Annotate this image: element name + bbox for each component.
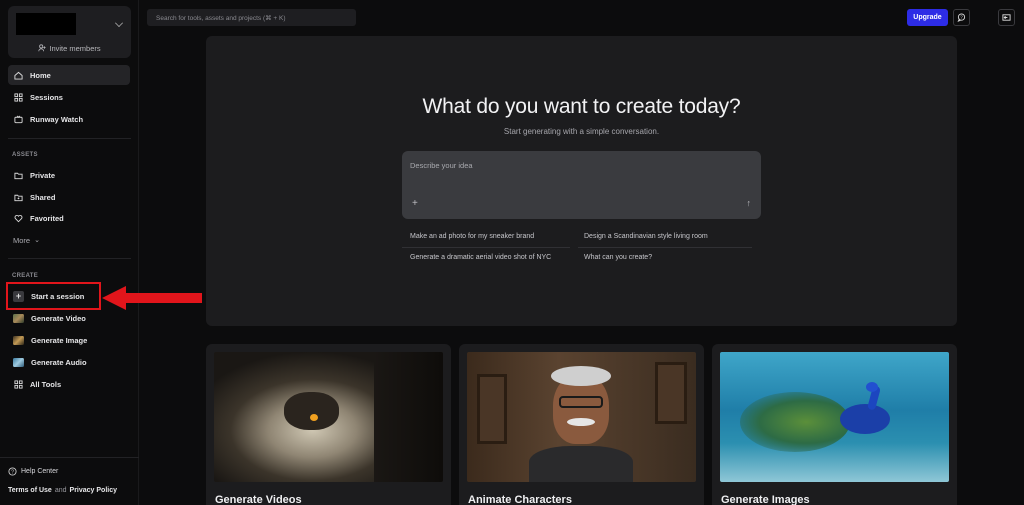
help-center-label: Help Center xyxy=(21,468,59,475)
sidebar: Invite members Home Sessions Runway Watc… xyxy=(0,0,139,505)
workspace-switcher[interactable]: Invite members xyxy=(8,6,131,58)
chat-button[interactable]: ? xyxy=(953,9,970,26)
sidebar-item-all-tools[interactable]: All Tools xyxy=(8,374,130,394)
sidebar-item-label: Sessions xyxy=(30,92,63,102)
divider xyxy=(8,138,131,139)
suggestion-chip[interactable]: Design a Scandinavian style living room xyxy=(584,227,708,245)
feature-card-videos[interactable]: Generate Videos xyxy=(206,344,451,505)
sidebar-item-generate-image[interactable]: Generate Image xyxy=(8,330,130,350)
divider xyxy=(8,258,131,259)
add-attachment-icon[interactable]: + xyxy=(412,198,418,209)
tv-icon xyxy=(13,114,23,124)
card-title: Animate Characters xyxy=(468,494,572,505)
sidebar-item-label: Shared xyxy=(30,192,56,202)
invite-members-button[interactable]: Invite members xyxy=(8,44,131,53)
card-title: Generate Videos xyxy=(215,494,302,505)
monkey-face xyxy=(284,392,339,430)
peacock-image xyxy=(720,352,949,482)
panel-toggle-button[interactable] xyxy=(998,9,1015,26)
image-thumb-icon xyxy=(13,335,24,345)
suggestion-chip[interactable]: What can you create? xyxy=(584,248,652,266)
workspace-avatar xyxy=(16,13,76,35)
sidebar-item-label: Home xyxy=(30,70,51,80)
sidebar-item-shared[interactable]: Shared xyxy=(8,187,130,207)
sessions-icon xyxy=(13,92,23,102)
divider xyxy=(0,457,139,458)
dark-background xyxy=(374,352,443,482)
suggestion-chip[interactable]: Make an ad photo for my sneaker brand xyxy=(410,227,534,245)
feature-card-characters[interactable]: Animate Characters xyxy=(459,344,704,505)
peacock-head xyxy=(866,382,878,392)
sidebar-item-home[interactable]: Home xyxy=(8,65,130,85)
sidebar-item-label: Runway Watch xyxy=(30,114,84,124)
hero-panel: What do you want to create today? Start … xyxy=(206,36,957,326)
video-thumb-icon xyxy=(13,313,24,323)
privacy-link[interactable]: Privacy Policy xyxy=(70,487,117,494)
sidebar-item-label: Private xyxy=(30,170,56,180)
sidebar-item-runway-watch[interactable]: Runway Watch xyxy=(8,109,130,129)
peacock-body xyxy=(840,404,890,434)
legal-links: Terms of Use and Privacy Policy xyxy=(8,487,117,494)
home-icon xyxy=(13,70,23,80)
prompt-placeholder: Describe your idea xyxy=(410,161,473,170)
character-body xyxy=(529,446,633,482)
mustache xyxy=(567,418,595,426)
wall-frame xyxy=(655,362,687,424)
more-label: More xyxy=(13,235,31,245)
invite-members-label: Invite members xyxy=(49,44,101,53)
sidebar-item-label: Generate Video xyxy=(31,313,86,323)
character-hair xyxy=(551,366,611,386)
old-man-image xyxy=(467,352,696,482)
hero-title: What do you want to create today? xyxy=(422,95,741,118)
upgrade-label: Upgrade xyxy=(913,14,942,21)
sidebar-item-private[interactable]: Private xyxy=(8,165,130,185)
help-icon: ? xyxy=(8,467,17,476)
folder-icon xyxy=(13,170,23,180)
grid-icon xyxy=(13,379,23,389)
prompt-input[interactable]: Describe your idea + ↑ xyxy=(402,151,761,219)
sidebar-item-label: Generate Audio xyxy=(31,357,87,367)
svg-text:?: ? xyxy=(960,15,963,20)
chevron-down-icon[interactable] xyxy=(115,19,123,27)
annotation-arrow-icon xyxy=(102,286,202,310)
chat-icon: ? xyxy=(957,13,966,22)
assets-section-label: ASSETS xyxy=(12,152,38,158)
sidebar-item-favorited[interactable]: Favorited xyxy=(8,208,130,228)
send-arrow-icon[interactable]: ↑ xyxy=(747,198,752,208)
sidebar-item-sessions[interactable]: Sessions xyxy=(8,87,130,107)
create-section-label: CREATE xyxy=(12,273,39,279)
and-text: and xyxy=(54,487,67,494)
wall-frame xyxy=(477,374,507,444)
glow-spot xyxy=(310,414,318,421)
sidebar-item-label: All Tools xyxy=(30,379,62,389)
sidebar-more-button[interactable]: More ⌄ xyxy=(8,230,130,250)
upgrade-button[interactable]: Upgrade xyxy=(907,9,948,26)
hero-subtitle: Start generating with a simple conversat… xyxy=(503,127,660,136)
annotation-highlight-box xyxy=(6,282,101,310)
monkey-image xyxy=(214,352,443,482)
terms-link[interactable]: Terms of Use xyxy=(8,487,52,494)
audio-thumb-icon xyxy=(13,357,24,367)
sidebar-item-generate-video[interactable]: Generate Video xyxy=(8,308,130,328)
feature-card-images[interactable]: Generate Images xyxy=(712,344,957,505)
collapse-panel-icon xyxy=(1002,14,1011,21)
peacock-tail xyxy=(740,392,850,452)
suggestion-chip[interactable]: Generate a dramatic aerial video shot of… xyxy=(410,248,551,266)
sidebar-item-label: Generate Image xyxy=(31,335,88,345)
shared-folder-icon xyxy=(13,192,23,202)
sidebar-item-label: Favorited xyxy=(30,213,64,223)
sidebar-item-generate-audio[interactable]: Generate Audio xyxy=(8,352,130,372)
help-center-link[interactable]: ? Help Center xyxy=(8,467,58,476)
search-placeholder: Search for tools, assets and projects (⌘… xyxy=(156,14,286,22)
card-title: Generate Images xyxy=(721,494,810,505)
svg-text:?: ? xyxy=(11,470,14,476)
glasses xyxy=(559,396,603,408)
heart-icon xyxy=(13,213,23,223)
search-input[interactable]: Search for tools, assets and projects (⌘… xyxy=(147,9,356,26)
chevron-down-icon: ⌄ xyxy=(34,237,40,244)
add-person-icon xyxy=(38,44,46,52)
